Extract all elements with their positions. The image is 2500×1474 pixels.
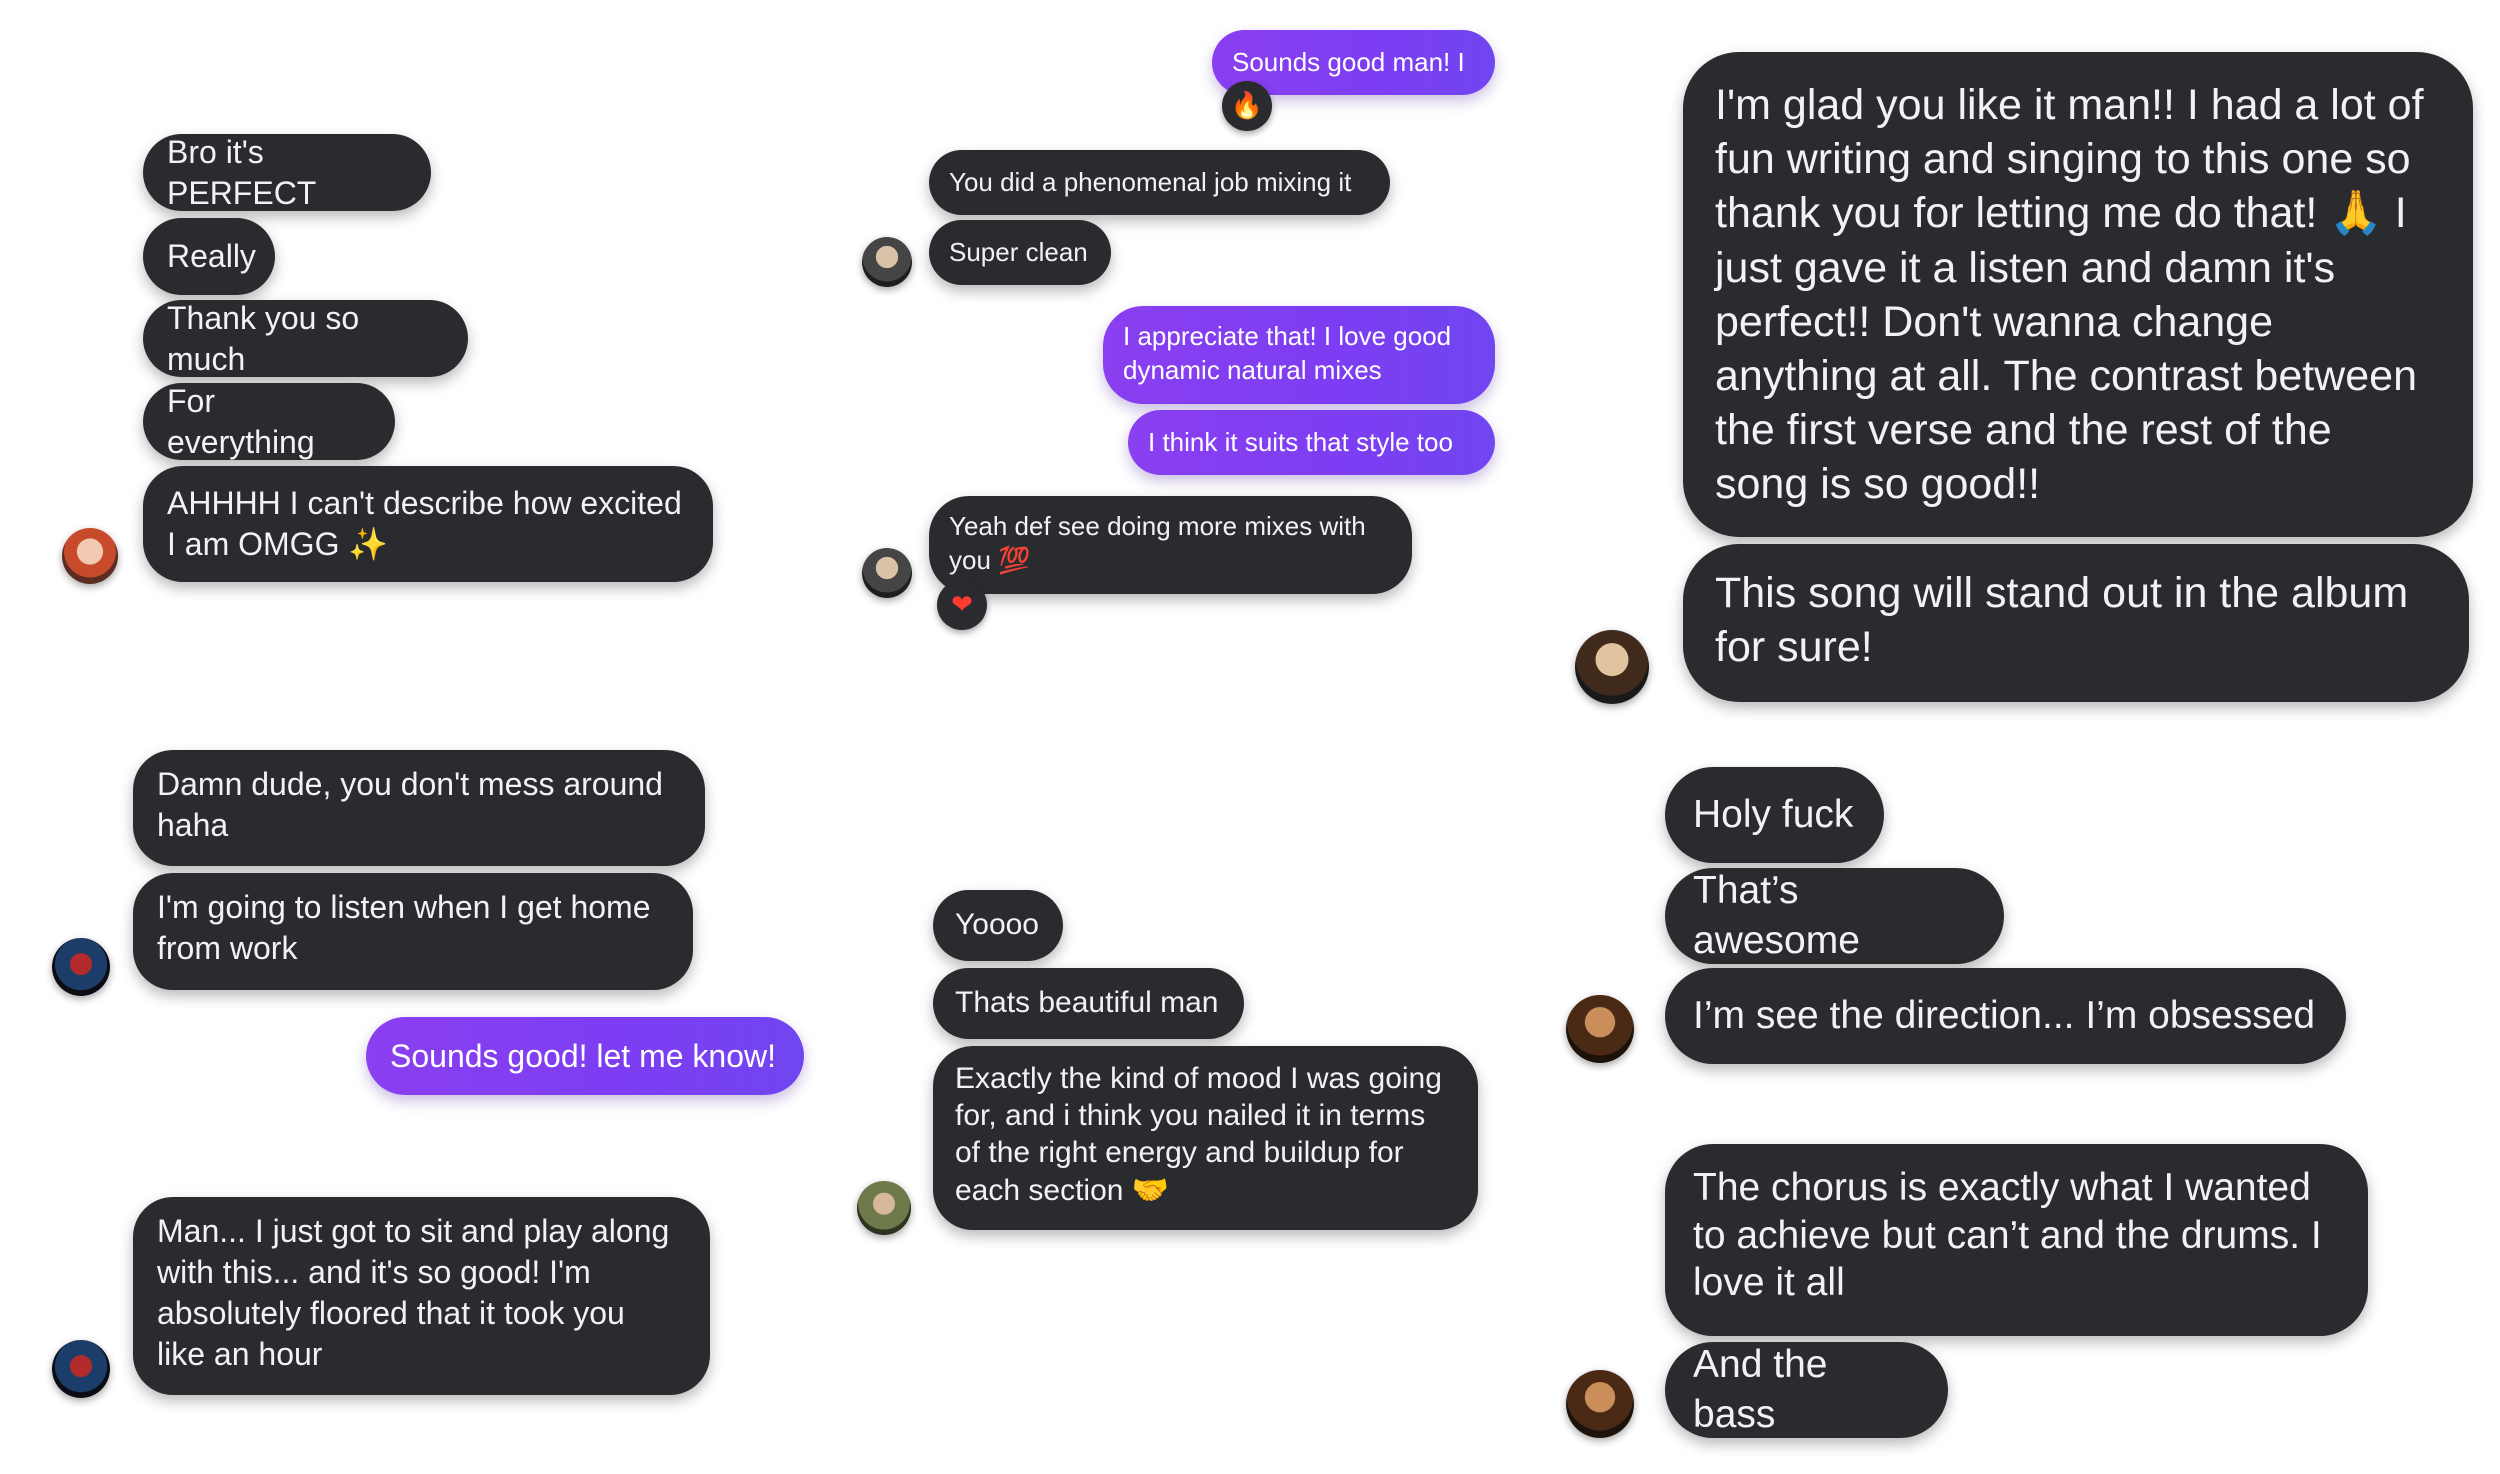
message-bubble[interactable]: I'm glad you like it man!! I had a lot o… bbox=[1683, 52, 2473, 537]
message-bubble[interactable]: Bro it's PERFECT bbox=[143, 134, 431, 211]
message-bubble[interactable]: Yeah def see doing more mixes with you 💯 bbox=[929, 496, 1412, 594]
message-bubble[interactable]: This song will stand out in the album fo… bbox=[1683, 544, 2469, 702]
avatar[interactable] bbox=[862, 548, 912, 598]
avatar[interactable] bbox=[52, 938, 110, 996]
heart-reaction-icon[interactable]: ❤ bbox=[937, 580, 987, 630]
message-bubble[interactable]: Really bbox=[143, 218, 275, 295]
message-bubble[interactable]: Exactly the kind of mood I was going for… bbox=[933, 1046, 1478, 1230]
message-bubble[interactable]: Yoooo bbox=[933, 890, 1063, 961]
message-bubble[interactable]: Damn dude, you don't mess around haha bbox=[133, 750, 705, 866]
avatar[interactable] bbox=[862, 237, 912, 287]
message-bubble[interactable]: Thank you so much bbox=[143, 300, 468, 377]
message-bubble[interactable]: For everything bbox=[143, 383, 395, 460]
avatar[interactable] bbox=[1566, 995, 1634, 1063]
message-bubble[interactable]: The chorus is exactly what I wanted to a… bbox=[1665, 1144, 2368, 1336]
avatar[interactable] bbox=[857, 1181, 911, 1235]
message-bubble[interactable]: I’m see the direction... I’m obsessed bbox=[1665, 968, 2346, 1064]
message-bubble[interactable]: Holy fuck bbox=[1665, 767, 1884, 863]
message-bubble[interactable]: AHHHH I can't describe how excited I am … bbox=[143, 466, 713, 582]
message-bubble[interactable]: You did a phenomenal job mixing it bbox=[929, 150, 1390, 215]
avatar[interactable] bbox=[1575, 630, 1649, 704]
message-bubble[interactable]: Thats beautiful man bbox=[933, 968, 1244, 1039]
message-bubble[interactable]: Man... I just got to sit and play along … bbox=[133, 1197, 710, 1395]
outgoing-message-bubble[interactable]: I think it suits that style too bbox=[1128, 410, 1495, 475]
avatar[interactable] bbox=[62, 528, 118, 584]
outgoing-message-bubble[interactable]: Sounds good! let me know! bbox=[366, 1017, 804, 1095]
fire-reaction-icon[interactable]: 🔥 bbox=[1222, 81, 1272, 131]
avatar[interactable] bbox=[1566, 1370, 1634, 1438]
message-bubble[interactable]: Super clean bbox=[929, 220, 1111, 285]
message-bubble[interactable]: That’s awesome bbox=[1665, 868, 2004, 964]
message-bubble[interactable]: And the bass bbox=[1665, 1342, 1948, 1438]
message-bubble[interactable]: I'm going to listen when I get home from… bbox=[133, 873, 693, 990]
outgoing-message-bubble[interactable]: I appreciate that! I love good dynamic n… bbox=[1103, 306, 1495, 404]
avatar[interactable] bbox=[52, 1340, 110, 1398]
